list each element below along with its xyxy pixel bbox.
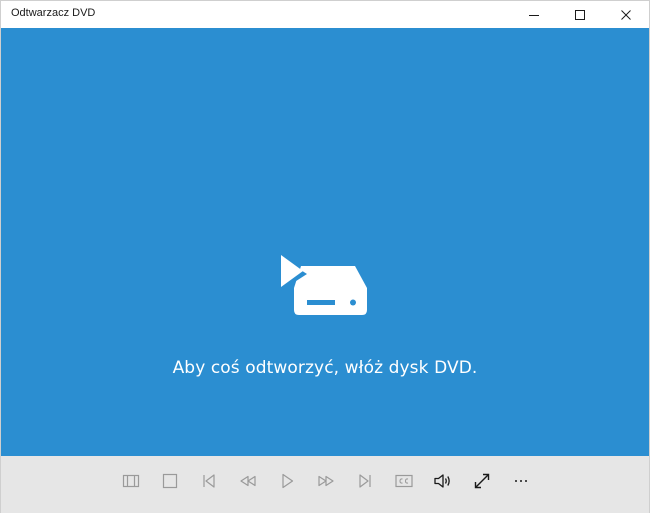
app-window: Odtwarzacz DVD Aby coś odtworzyć, włóż d…: [0, 0, 650, 513]
dvd-drive-icon: [279, 255, 367, 315]
close-button[interactable]: [603, 1, 649, 28]
minimize-icon: [529, 14, 539, 16]
title-bar[interactable]: Odtwarzacz DVD: [1, 1, 649, 28]
close-icon: [621, 9, 631, 20]
skip-forward-icon: [359, 474, 371, 488]
skip-back-icon: [203, 474, 215, 488]
skip-back-button[interactable]: [192, 464, 226, 498]
stop-icon: [162, 473, 178, 489]
minimize-button[interactable]: [511, 1, 557, 28]
video-area[interactable]: Aby coś odtworzyć, włóż dysk DVD.: [1, 28, 649, 456]
play-icon: [282, 473, 294, 489]
window-title: Odtwarzacz DVD: [11, 7, 96, 19]
fullscreen-icon: [474, 473, 490, 489]
skip-forward-button[interactable]: [348, 464, 382, 498]
fullscreen-button[interactable]: [465, 464, 499, 498]
fast-forward-icon: [318, 475, 334, 487]
menu-panel-button[interactable]: [114, 464, 148, 498]
closed-captions-icon: [395, 474, 413, 488]
insert-disc-message: Aby coś odtworzyć, włóż dysk DVD.: [172, 358, 478, 378]
volume-icon: [434, 474, 450, 488]
play-button[interactable]: [270, 464, 304, 498]
maximize-button[interactable]: [557, 1, 603, 28]
maximize-icon: [575, 9, 585, 20]
playback-controls: [1, 456, 649, 513]
more-options-button[interactable]: [504, 464, 538, 498]
window-controls: [511, 1, 649, 28]
stop-button[interactable]: [153, 464, 187, 498]
more-icon: [515, 480, 527, 482]
rewind-icon: [240, 475, 256, 487]
volume-button[interactable]: [426, 464, 460, 498]
rewind-button[interactable]: [231, 464, 265, 498]
fast-forward-button[interactable]: [309, 464, 343, 498]
menu-panel-icon: [122, 474, 140, 488]
closed-captions-button[interactable]: [387, 464, 421, 498]
